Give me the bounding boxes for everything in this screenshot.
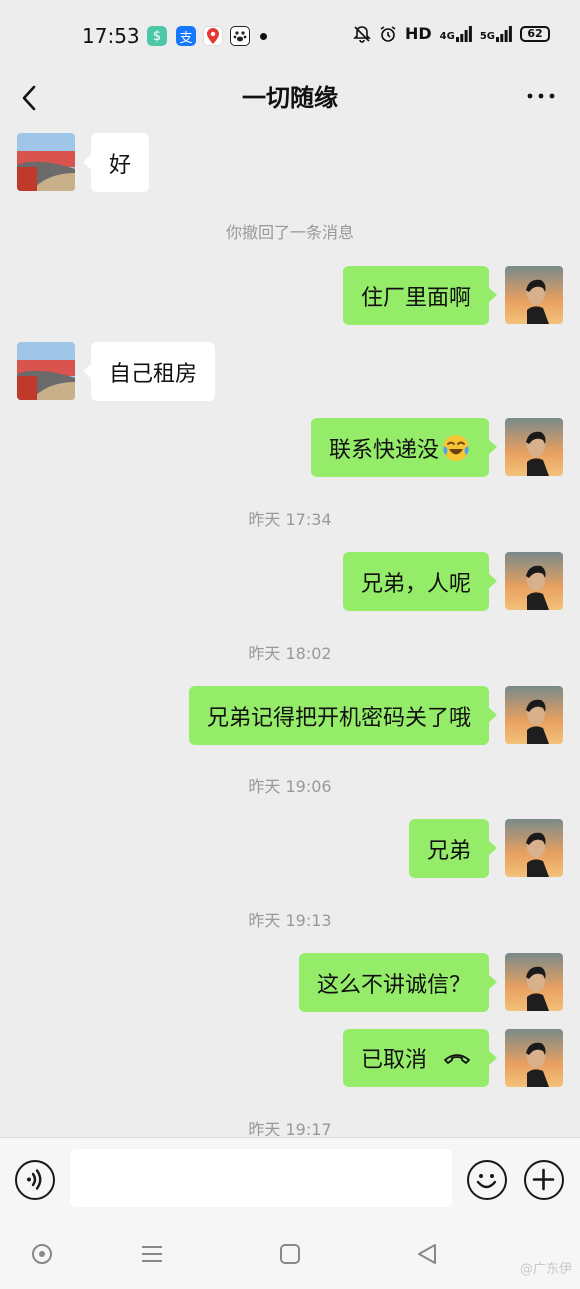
recall-notice: 你撤回了一条消息 [225, 223, 354, 242]
back-triangle-icon[interactable] [414, 1241, 440, 1267]
hd-label: HD [404, 24, 432, 43]
my-avatar[interactable] [505, 953, 563, 1011]
paw-icon [230, 26, 250, 46]
timestamp-divider: 昨天 19:06 [248, 777, 332, 796]
message-bubble[interactable]: 联系快递没 [310, 418, 498, 477]
message-text: 好 [109, 152, 132, 178]
timestamp-divider: 昨天 18:02 [248, 644, 332, 663]
ellipsis-icon[interactable] [526, 86, 556, 116]
signal-5g: 5G [479, 25, 512, 42]
message-text: 自己租房 [109, 361, 198, 387]
message-text: 住厂里面啊 [360, 285, 471, 311]
message-text: 联系快递没 [328, 437, 439, 463]
system-nav-bar [0, 1219, 580, 1289]
signal-bars-icon [455, 25, 472, 42]
input-bar [0, 1137, 580, 1219]
message-bubble[interactable]: 自己租房 [82, 342, 216, 401]
battery-indicator: 62 [520, 25, 550, 42]
message-bubble[interactable]: 兄弟，人呢 [342, 552, 498, 611]
plus-icon[interactable] [524, 1160, 564, 1200]
assistant-icon[interactable] [29, 1241, 55, 1267]
timestamp-divider: 昨天 17:34 [248, 510, 332, 529]
my-avatar[interactable] [505, 1029, 563, 1087]
my-avatar[interactable] [505, 686, 563, 744]
contact-avatar[interactable] [17, 133, 75, 191]
message-bubble[interactable]: 好 [82, 133, 150, 192]
alipay-icon: 支 [176, 26, 196, 46]
watermark: @广东伊 [519, 1262, 572, 1277]
message-bubble[interactable]: 兄弟 [408, 819, 498, 878]
app-notification-icon: $ [147, 26, 167, 46]
signal-bars-icon [496, 25, 512, 42]
message-bubble[interactable]: 兄弟记得把开机密码关了哦 [188, 686, 498, 745]
smiley-icon[interactable] [467, 1160, 507, 1200]
my-avatar[interactable] [505, 266, 563, 324]
timestamp-divider: 昨天 19:17 [248, 1120, 332, 1136]
chat-title: 一切随缘 [242, 84, 338, 112]
hang-up-icon [444, 1054, 470, 1064]
map-pin-icon [203, 26, 223, 46]
voice-icon[interactable] [15, 1160, 55, 1200]
more-notifications-dot [260, 33, 267, 40]
call-record-bubble[interactable]: 已取消 [342, 1029, 498, 1087]
my-avatar[interactable] [505, 819, 563, 877]
laughing-tears-emoji-icon [443, 434, 469, 461]
message-text: 这么不讲诚信？ [316, 972, 471, 998]
signal-4g-label: 4G [439, 30, 455, 42]
message-text: 已取消 [360, 1048, 427, 1073]
home-icon[interactable] [277, 1241, 303, 1267]
alarm-icon [380, 25, 396, 42]
mute-bell-icon [353, 25, 371, 43]
status-bar: 17:53 $ 支 HD 4G 5G 62 [0, 0, 580, 70]
message-input[interactable] [70, 1149, 452, 1207]
chat-messages[interactable]: 好 你撤回了一条消息 住厂里面啊 自己租房 联系快递没 昨天 17:34 兄弟，… [0, 128, 580, 1136]
signal-5g-label: 5G [479, 30, 495, 42]
my-avatar[interactable] [505, 552, 563, 610]
chat-header: 一切随缘 [0, 70, 580, 128]
message-text: 兄弟，人呢 [360, 571, 471, 597]
message-bubble[interactable]: 这么不讲诚信？ [298, 953, 498, 1012]
timestamp-divider: 昨天 19:13 [248, 911, 332, 930]
message-text: 兄弟 [426, 838, 471, 864]
message-bubble[interactable]: 住厂里面啊 [342, 266, 498, 325]
my-avatar[interactable] [505, 418, 563, 476]
message-text: 兄弟记得把开机密码关了哦 [206, 705, 471, 731]
status-right-group: HD 4G 5G 62 [353, 24, 550, 43]
status-time: 17:53 [82, 24, 140, 48]
menu-icon[interactable] [139, 1241, 165, 1267]
contact-avatar[interactable] [17, 342, 75, 400]
signal-4g: 4G [439, 25, 472, 42]
